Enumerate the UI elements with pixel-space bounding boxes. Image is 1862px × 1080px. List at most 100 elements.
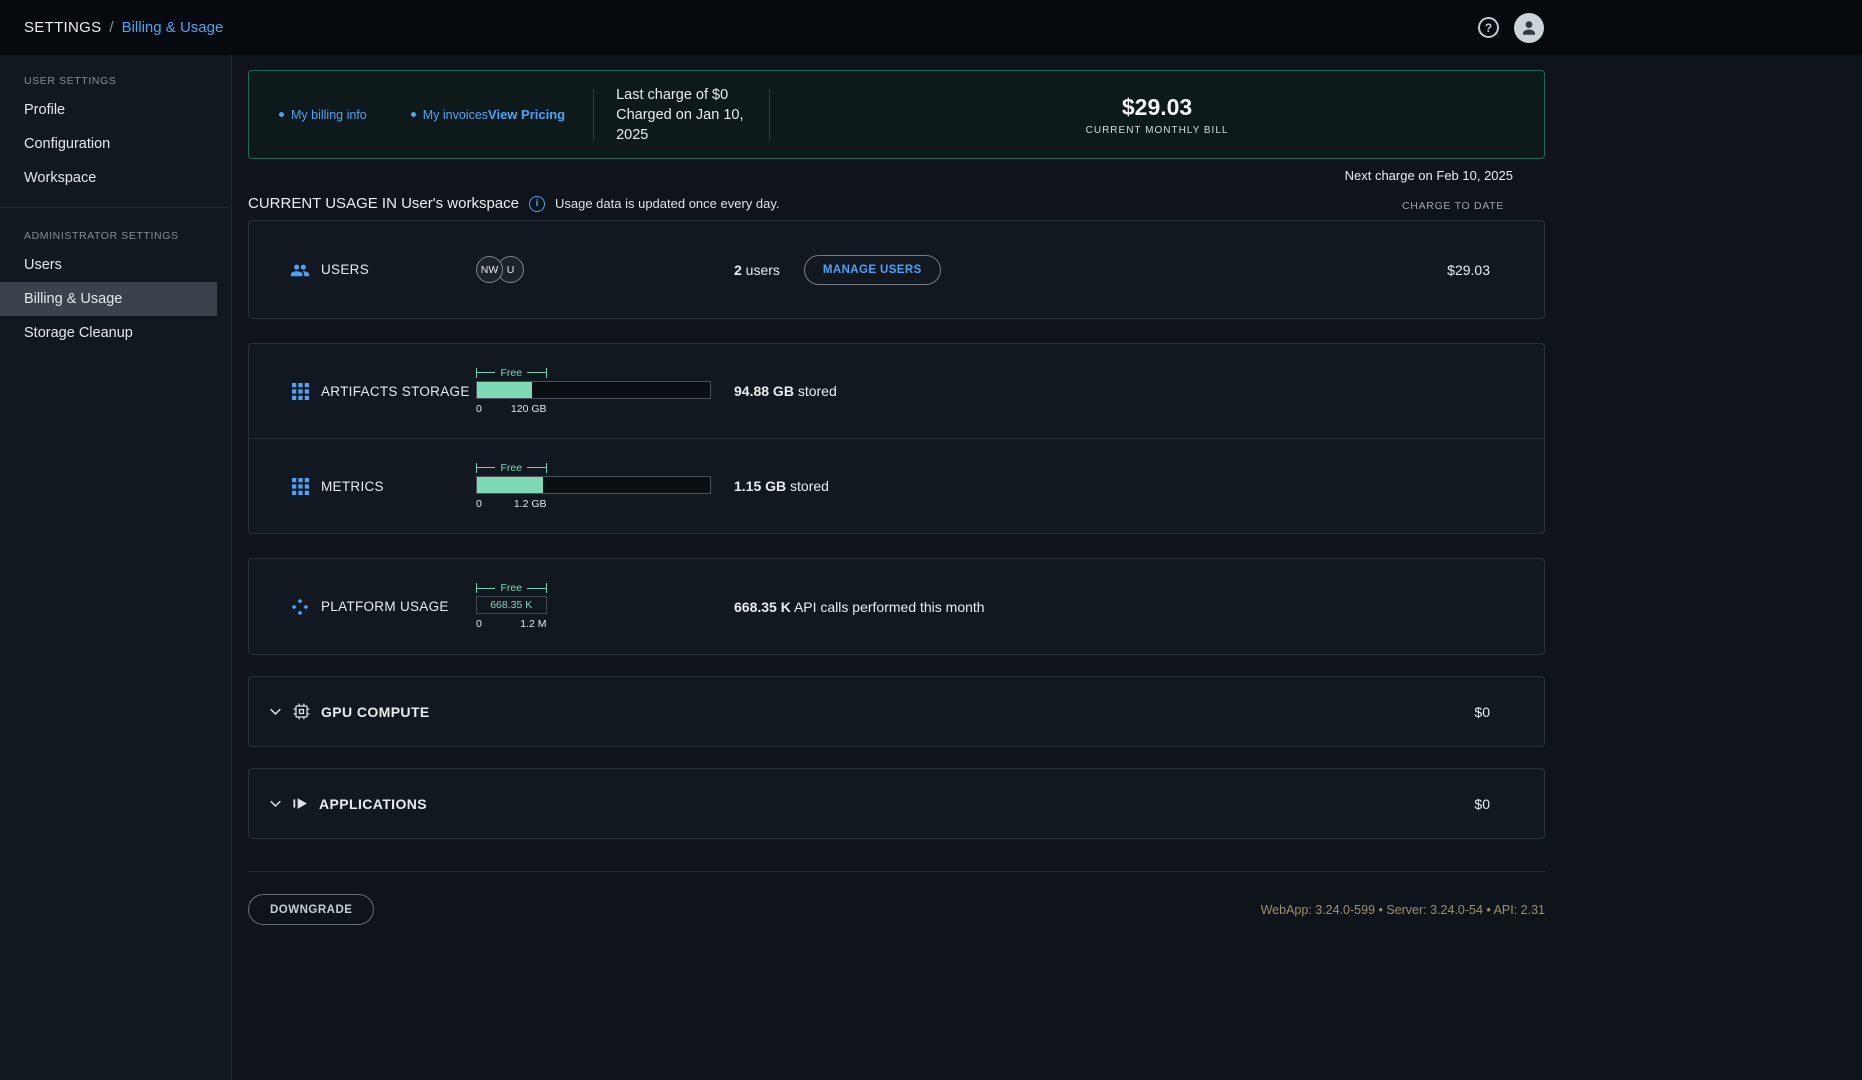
my-invoices-link[interactable]: My invoices: [411, 108, 488, 122]
metrics-progress-bar: [476, 476, 711, 494]
top-bar-inner: SETTINGS / Billing & Usage ?: [0, 0, 1556, 55]
dot-bullet-icon: [411, 112, 416, 117]
platform-row-head: PLATFORM USAGE: [289, 598, 476, 616]
artifacts-row-head: ARTIFACTS STORAGE: [289, 383, 476, 400]
last-charge-info: Last charge of $0 Charged on Jan 10, 202…: [616, 85, 769, 145]
users-row: USERS NW U 2 users MANAGE USERS $29.03: [249, 221, 1544, 318]
breadcrumb-current-page: Billing & Usage: [122, 19, 224, 36]
help-icon[interactable]: ?: [1478, 17, 1499, 38]
avatar: NW: [476, 256, 503, 283]
user-avatars: NW U: [476, 256, 711, 283]
info-icon: i: [529, 196, 545, 212]
top-bar-icons: ?: [1478, 13, 1544, 43]
platform-usage-card: PLATFORM USAGE Free 668.35 K 0 1.2 M 668…: [248, 558, 1545, 655]
billing-summary-card: My billing info My invoices View Pricing…: [248, 70, 1545, 159]
footer-row: DOWNGRADE WebApp: 3.24.0-599 • Server: 3…: [248, 894, 1545, 925]
settings-sidebar: USER SETTINGS Profile Configuration Work…: [0, 55, 232, 1080]
scale-min: 0: [476, 498, 482, 510]
platform-row-label: PLATFORM USAGE: [321, 599, 449, 614]
cluster-icon: [289, 598, 311, 616]
applications-row[interactable]: APPLICATIONS $0: [249, 769, 1544, 838]
billing-usage-content: My billing info My invoices View Pricing…: [248, 70, 1545, 925]
downgrade-button[interactable]: DOWNGRADE: [248, 894, 374, 925]
applications-label: APPLICATIONS: [319, 796, 427, 812]
breadcrumb: SETTINGS / Billing & Usage: [24, 19, 223, 36]
gpu-compute-card: GPU COMPUTE $0: [248, 676, 1545, 747]
free-label: Free: [495, 583, 527, 593]
users-row-head: USERS: [289, 262, 476, 278]
free-label: Free: [495, 368, 527, 378]
gpu-compute-label: GPU COMPUTE: [321, 704, 430, 720]
users-count: 2 users: [734, 262, 780, 278]
sidebar-item-users[interactable]: Users: [0, 248, 217, 282]
my-billing-info-link[interactable]: My billing info: [279, 108, 367, 122]
artifacts-amount: 94.88 GB: [734, 383, 794, 399]
artifacts-row-label: ARTIFACTS STORAGE: [321, 384, 470, 399]
last-charge-line2: Charged on Jan 10, 2025: [616, 105, 769, 145]
applications-charge: $0: [1474, 796, 1490, 812]
sidebar-section-administrator-settings: ADMINISTRATOR SETTINGS: [24, 230, 231, 242]
sidebar-section-user-settings: USER SETTINGS: [24, 75, 231, 87]
sidebar-item-billing-usage[interactable]: Billing & Usage: [0, 282, 217, 316]
storage-usage-card: ARTIFACTS STORAGE Free 0 120 GB 94.8: [248, 343, 1545, 534]
free-label: Free: [495, 463, 527, 473]
usage-note: Usage data is updated once every day.: [555, 196, 780, 211]
metrics-row-head: METRICS: [289, 478, 476, 495]
users-charge: $29.03: [1447, 262, 1490, 278]
sidebar-item-configuration[interactable]: Configuration: [0, 127, 217, 161]
platform-usage-row: PLATFORM USAGE Free 668.35 K 0 1.2 M 668…: [249, 559, 1544, 654]
users-group-icon: [289, 262, 311, 278]
platform-bar-slot: Free 668.35 K 0 1.2 M: [476, 583, 711, 630]
metrics-row: METRICS Free 0 1.2 GB 1.15 GB stored: [249, 439, 1544, 533]
artifacts-suffix: stored: [794, 383, 837, 399]
free-tier-bracket: Free: [476, 368, 547, 378]
metrics-bar-slot: Free 0 1.2 GB: [476, 463, 711, 510]
sidebar-item-profile[interactable]: Profile: [0, 93, 217, 127]
view-pricing-link[interactable]: View Pricing: [488, 107, 565, 122]
users-row-label: USERS: [321, 262, 369, 277]
current-monthly-bill: $29.03 CURRENT MONTHLY BILL: [770, 94, 1544, 136]
charge-to-date-label: CHARGE TO DATE: [1402, 200, 1504, 212]
scale-free-limit: 120 GB: [511, 403, 547, 415]
scale-free-limit: 1.2 M: [520, 618, 546, 630]
gpu-compute-row[interactable]: GPU COMPUTE $0: [249, 677, 1544, 746]
chevron-down-icon[interactable]: [268, 796, 283, 811]
next-charge-note: Next charge on Feb 10, 2025: [248, 168, 1545, 183]
breadcrumb-settings[interactable]: SETTINGS: [24, 19, 101, 36]
grid-storage-icon: [289, 383, 311, 400]
metrics-progress-fill: [477, 477, 543, 493]
user-avatar-icon[interactable]: [1514, 13, 1544, 43]
platform-usage-bar: Free 668.35 K 0 1.2 M: [476, 583, 711, 630]
sidebar-item-workspace[interactable]: Workspace: [0, 161, 217, 195]
artifacts-progress-bar: [476, 381, 711, 399]
my-billing-info-label: My billing info: [291, 108, 367, 122]
free-tier-bracket: Free: [476, 463, 547, 473]
users-count-number: 2: [734, 262, 742, 278]
sidebar-item-storage-cleanup[interactable]: Storage Cleanup: [0, 316, 217, 350]
sidebar-divider: [0, 207, 231, 208]
artifacts-usage-bar: Free 0 120 GB: [476, 368, 711, 415]
metrics-amount: 1.15 GB: [734, 478, 786, 494]
manage-users-button[interactable]: MANAGE USERS: [804, 255, 941, 285]
metrics-row-label: METRICS: [321, 479, 384, 494]
platform-value: 668.35 K API calls performed this month: [734, 599, 985, 615]
artifacts-bar-slot: Free 0 120 GB: [476, 368, 711, 415]
main-area: My billing info My invoices View Pricing…: [233, 55, 1862, 1080]
artifacts-storage-row: ARTIFACTS STORAGE Free 0 120 GB 94.8: [249, 344, 1544, 438]
metrics-bar-scale: 0 1.2 GB: [476, 498, 547, 510]
applications-card: APPLICATIONS $0: [248, 768, 1545, 839]
platform-amount: 668.35 K: [734, 599, 791, 615]
usage-title-wrap: CURRENT USAGE IN User's workspace i Usag…: [248, 195, 780, 212]
metrics-usage-bar: Free 0 1.2 GB: [476, 463, 711, 510]
metrics-suffix: stored: [786, 478, 829, 494]
users-count-suffix: users: [742, 262, 780, 278]
scale-min: 0: [476, 403, 482, 415]
dot-bullet-icon: [279, 112, 284, 117]
chevron-down-icon[interactable]: [268, 704, 283, 719]
metrics-value: 1.15 GB stored: [734, 478, 829, 494]
usage-title: CURRENT USAGE IN User's workspace: [248, 195, 519, 212]
usage-header: CURRENT USAGE IN User's workspace i Usag…: [248, 195, 1545, 212]
version-info: WebApp: 3.24.0-599 • Server: 3.24.0-54 •…: [1261, 903, 1545, 917]
artifacts-bar-scale: 0 120 GB: [476, 403, 547, 415]
current-bill-amount: $29.03: [770, 94, 1544, 121]
